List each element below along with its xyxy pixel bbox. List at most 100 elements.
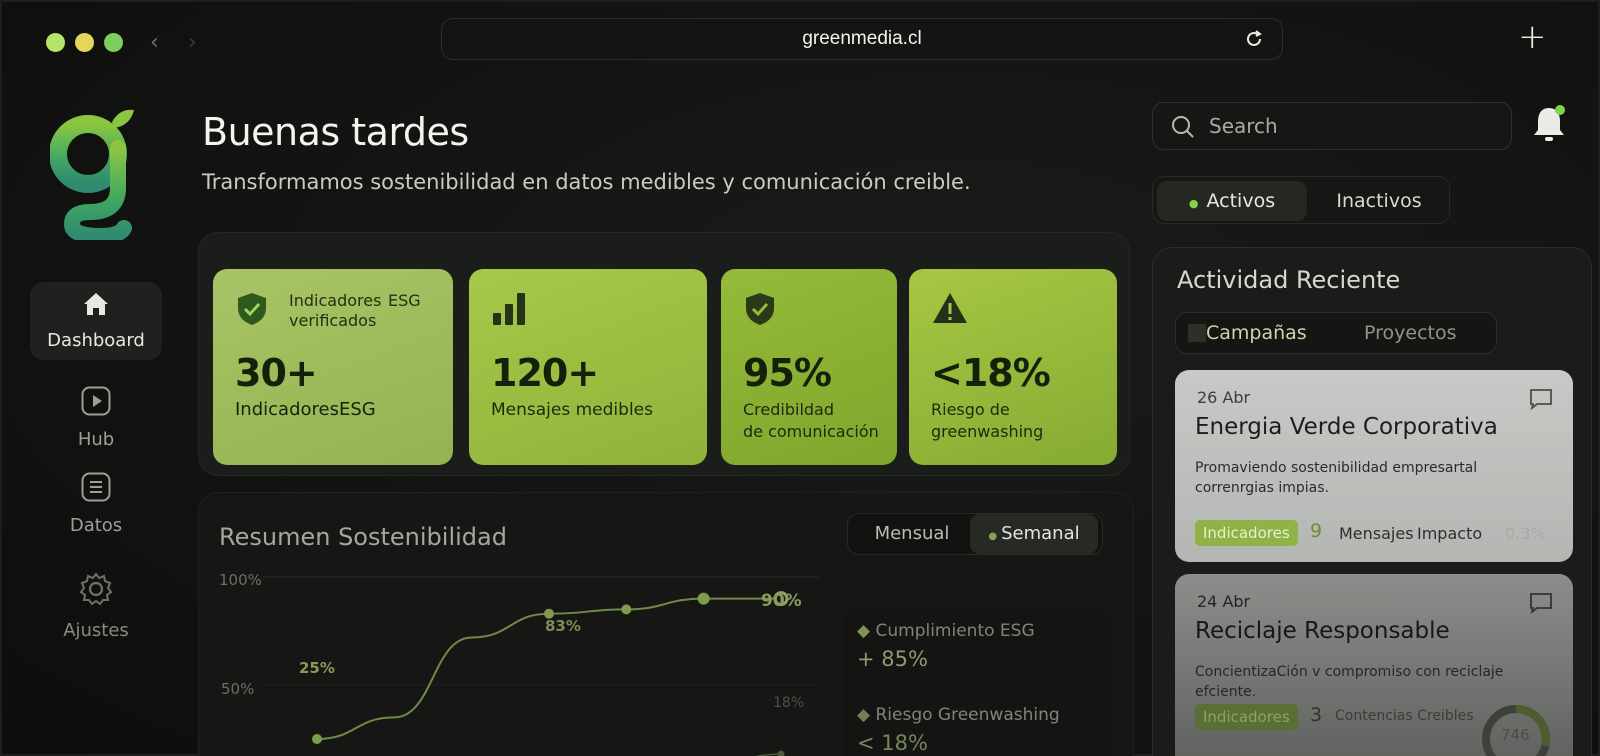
kpi-card-mensajes[interactable]: 120+ Mensajes medibles: [469, 269, 707, 465]
kpi-top-label: verificados: [289, 311, 377, 330]
tab-label: Campañas: [1206, 322, 1307, 344]
activity-title: Actividad Reciente: [1177, 266, 1401, 294]
kpi-panel: Indicadores ESG verificados 30+ Indicado…: [198, 232, 1130, 476]
kpi-label: Credibildad: [743, 400, 835, 419]
series-point[interactable]: [777, 750, 785, 756]
card-title: Reciclaje Responsable: [1195, 618, 1450, 644]
legend-value: + 85%: [857, 647, 928, 671]
sidebar-item-hub[interactable]: Hub: [30, 378, 162, 458]
sidebar-item-label: Ajustes: [63, 620, 129, 641]
back-arrow-icon[interactable]: ‹: [150, 30, 159, 55]
minimize-window-dot[interactable]: [75, 33, 94, 52]
url-text: greenmedia.cl: [802, 28, 922, 49]
page-subtitle: Transformamos sostenibilidad en datos me…: [202, 170, 971, 194]
sidebar-item-dashboard[interactable]: Dashboard: [30, 282, 162, 360]
legend-item: ◆ Riesgo Greenwashing: [857, 705, 1060, 725]
kpi-label: de comunicación: [743, 422, 879, 441]
point-label: 83%: [545, 617, 581, 635]
toggle-activos[interactable]: ● Activos: [1157, 181, 1307, 221]
app-window: ‹ › greenmedia.cl + Dashboard Hub Datos …: [0, 0, 1600, 756]
chart-panel: Resumen Sostenibilidad Mensual ● Semanal …: [198, 492, 1134, 756]
series-point[interactable]: [697, 592, 710, 605]
search-input[interactable]: Search: [1152, 102, 1512, 150]
legend-label: Cumplimiento ESG: [875, 621, 1035, 641]
sidebar-item-datos[interactable]: Datos: [30, 464, 162, 544]
series-point[interactable]: [312, 734, 322, 744]
card-meta: Mensajes: [1339, 524, 1414, 543]
tab-proyectos[interactable]: Proyectos: [1364, 313, 1457, 353]
search-icon: [1171, 115, 1195, 143]
kpi-value: 95%: [743, 351, 832, 395]
page-title: Buenas tardes: [202, 110, 469, 154]
status-toggle: ● Activos Inactivos: [1152, 176, 1450, 224]
sidebar-item-label: Hub: [77, 429, 115, 450]
activity-panel: Actividad Reciente Campañas Proyectos 26…: [1152, 247, 1592, 756]
legend-value: < 18%: [857, 731, 928, 755]
legend-label: Riesgo Greenwashing: [875, 705, 1060, 725]
sidebar-item-label: Dashboard: [47, 330, 145, 351]
kpi-card-indicadores[interactable]: Indicadores ESG verificados 30+ Indicado…: [213, 269, 453, 465]
card-tag: Indicadores: [1195, 520, 1298, 546]
point-label: 90%: [761, 591, 802, 611]
kpi-label: IndicadoresESG: [235, 399, 376, 420]
play-icon: [81, 386, 111, 421]
activity-card[interactable]: 26 Abr Energia Verde Corporativa Promavi…: [1175, 370, 1573, 562]
list-icon: [81, 472, 111, 507]
new-tab-plus-icon[interactable]: +: [1518, 20, 1547, 54]
series-point[interactable]: [621, 604, 632, 615]
sidebar-item-label: Datos: [69, 515, 123, 536]
card-meta: 0.3%: [1505, 524, 1546, 543]
kpi-label: Mensajes medibles: [491, 400, 653, 420]
comment-icon[interactable]: [1529, 388, 1553, 414]
shield-check-icon: [743, 291, 777, 331]
card-description: ConcientizaCión v compromiso con recicla…: [1195, 664, 1504, 700]
shield-check-icon: [235, 291, 269, 331]
card-count: 9: [1310, 520, 1323, 542]
kpi-value: <18%: [931, 351, 1051, 395]
kpi-card-riesgo[interactable]: <18% Riesgo de greenwashing: [909, 269, 1117, 465]
activity-tabs: Campañas Proyectos: [1175, 312, 1497, 354]
card-tag: Indicadores: [1195, 704, 1298, 730]
active-dot-icon: ●: [1188, 197, 1199, 210]
close-window-dot[interactable]: [46, 33, 65, 52]
card-count: 3: [1310, 704, 1323, 726]
reload-icon[interactable]: [1244, 29, 1264, 53]
kpi-top-label: Indicadores: [289, 291, 382, 310]
search-placeholder: Search: [1209, 114, 1278, 138]
chart-legend: ◆ Cumplimiento ESG + 85% ◆ Riesgo Greenw…: [843, 611, 1113, 756]
toggle-inactivos[interactable]: Inactivos: [1311, 181, 1447, 221]
kpi-value: 120+: [491, 351, 599, 395]
card-date: 26 Abr: [1197, 388, 1251, 407]
greenmedia-logo: [49, 108, 136, 245]
kpi-value: 30+: [235, 351, 318, 395]
card-meta: Impacto: [1417, 524, 1483, 543]
card-meta: Contencias Creibles: [1335, 708, 1474, 724]
maximize-window-dot[interactable]: [104, 33, 123, 52]
notification-bell-icon[interactable]: [1530, 104, 1568, 148]
toggle-label: Activos: [1206, 190, 1276, 212]
kpi-card-credibilidad[interactable]: 95% Credibildad de comunicación: [721, 269, 897, 465]
warning-icon: [931, 291, 969, 329]
diamond-icon: ◆: [857, 621, 871, 641]
sidebar-item-ajustes[interactable]: Ajustes: [30, 564, 162, 648]
legend-item: ◆ Cumplimiento ESG: [857, 621, 1035, 641]
card-title: Energia Verde Corporativa: [1195, 414, 1498, 440]
tab-marker: [1188, 324, 1206, 342]
tab-campanas[interactable]: Campañas: [1188, 313, 1307, 353]
forward-arrow-icon[interactable]: ›: [188, 30, 197, 55]
comment-icon[interactable]: [1529, 592, 1553, 618]
diamond-icon: ◆: [857, 705, 871, 725]
window-controls: [46, 33, 123, 52]
point-label: 18%: [773, 695, 805, 711]
address-bar[interactable]: greenmedia.cl: [441, 18, 1283, 60]
point-label: 25%: [299, 659, 335, 677]
kpi-label: Riesgo de: [931, 400, 1010, 419]
home-icon: [82, 291, 110, 322]
gear-icon: [78, 571, 114, 612]
ring-value: 746: [1501, 726, 1530, 744]
activity-card[interactable]: 24 Abr Reciclaje Responsable Concientiza…: [1175, 574, 1573, 756]
bar-chart-icon: [491, 291, 529, 331]
card-description: Promaviendo sostenibilidad empresartal c…: [1195, 460, 1478, 496]
kpi-label: greenwashing: [931, 422, 1044, 441]
card-date: 24 Abr: [1197, 592, 1251, 611]
